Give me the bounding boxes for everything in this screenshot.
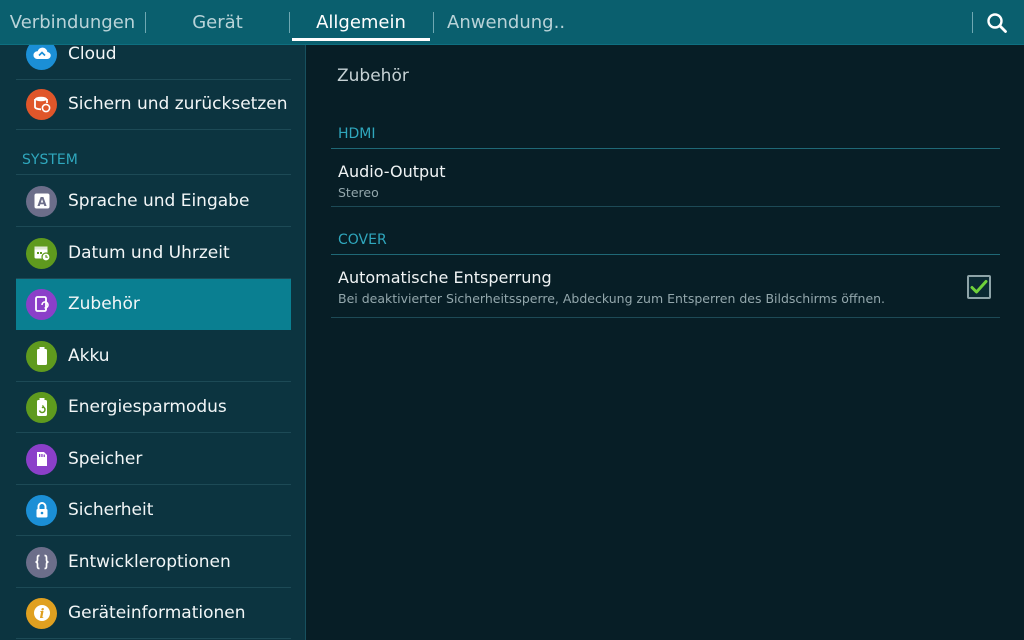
- sidebar-item-label: Cloud: [68, 45, 117, 64]
- backup-restore-icon: [26, 88, 57, 120]
- sidebar-item-date-time[interactable]: Datum und Uhrzeit: [16, 228, 291, 279]
- sidebar-item-security[interactable]: Sicherheit: [16, 485, 291, 536]
- sidebar-item-label: Zubehör: [68, 294, 140, 314]
- developer-braces-icon: [26, 546, 57, 578]
- sidebar-item-label: Energiesparmodus: [68, 397, 227, 417]
- sidebar-item-label: Datum und Uhrzeit: [68, 243, 230, 263]
- active-tab-indicator: [292, 38, 430, 41]
- sidebar-item-cloud[interactable]: Cloud: [16, 45, 291, 80]
- sidebar-item-backup-reset[interactable]: Sichern und zurücksetzen: [16, 79, 291, 130]
- tab-verbindungen[interactable]: Verbindungen: [0, 0, 145, 45]
- lock-icon: [26, 494, 57, 526]
- auto-unlock-setting[interactable]: Automatische Entsperrung Bei deaktiviert…: [331, 256, 1000, 318]
- power-saving-icon: [26, 391, 57, 423]
- calendar-clock-icon: [26, 237, 57, 269]
- top-tab-bar: Verbindungen Gerät Allgemein Anwendung..: [0, 0, 1024, 45]
- auto-unlock-title: Automatische Entsperrung: [338, 268, 552, 287]
- sidebar-item-label: Speicher: [68, 449, 143, 469]
- info-icon: i: [26, 597, 57, 629]
- cloud-icon: [26, 45, 57, 70]
- tab-separator: [972, 12, 973, 33]
- sidebar-item-label: Sicherheit: [68, 500, 154, 520]
- sidebar-item-developer-options[interactable]: Entwickleroptionen: [16, 537, 291, 588]
- language-icon: A: [26, 185, 57, 217]
- search-button[interactable]: [980, 6, 1014, 40]
- settings-sidebar[interactable]: Cloud Sichern und zurücksetzen SYSTEM A …: [0, 45, 306, 640]
- sidebar-item-label: Akku: [68, 346, 110, 366]
- category-header-hdmi: HDMI: [331, 123, 1000, 149]
- sidebar-item-language-input[interactable]: A Sprache und Eingabe: [16, 176, 291, 227]
- category-header-cover: COVER: [331, 229, 1000, 255]
- sidebar-item-power-saving[interactable]: Energiesparmodus: [16, 382, 291, 433]
- accessory-icon: [26, 288, 57, 320]
- sidebar-item-label: Sprache und Eingabe: [68, 191, 250, 211]
- sidebar-item-label: Sichern und zurücksetzen: [68, 94, 288, 114]
- section-header-system: SYSTEM: [16, 149, 291, 175]
- audio-output-setting[interactable]: Audio-Output Stereo: [331, 150, 1000, 207]
- sidebar-item-battery[interactable]: Akku: [16, 331, 291, 382]
- checkmark-icon: [970, 280, 988, 294]
- tab-geraet[interactable]: Gerät: [146, 0, 289, 45]
- sidebar-item-storage[interactable]: Speicher: [16, 434, 291, 485]
- storage-icon: [26, 443, 57, 475]
- auto-unlock-checkbox[interactable]: [967, 275, 991, 299]
- sidebar-item-device-info[interactable]: i Geräteinformationen: [16, 588, 291, 639]
- audio-output-value: Stereo: [338, 185, 379, 200]
- tab-anwendung[interactable]: Anwendung..: [436, 0, 568, 45]
- battery-icon: [26, 340, 57, 372]
- sidebar-item-label: Entwickleroptionen: [68, 552, 231, 572]
- search-icon: [987, 13, 1007, 33]
- settings-detail-pane: Zubehör HDMI Audio-Output Stereo COVER A…: [307, 45, 1024, 640]
- audio-output-title: Audio-Output: [338, 162, 446, 181]
- auto-unlock-summary: Bei deaktivierter Sicherheitssperre, Abd…: [338, 291, 886, 306]
- sidebar-item-label: Geräteinformationen: [68, 603, 246, 623]
- svg-text:i: i: [39, 607, 44, 622]
- sidebar-item-accessories[interactable]: Zubehör: [16, 279, 291, 330]
- svg-text:A: A: [37, 195, 47, 209]
- page-title: Zubehör: [337, 66, 409, 86]
- tab-separator: [433, 12, 434, 33]
